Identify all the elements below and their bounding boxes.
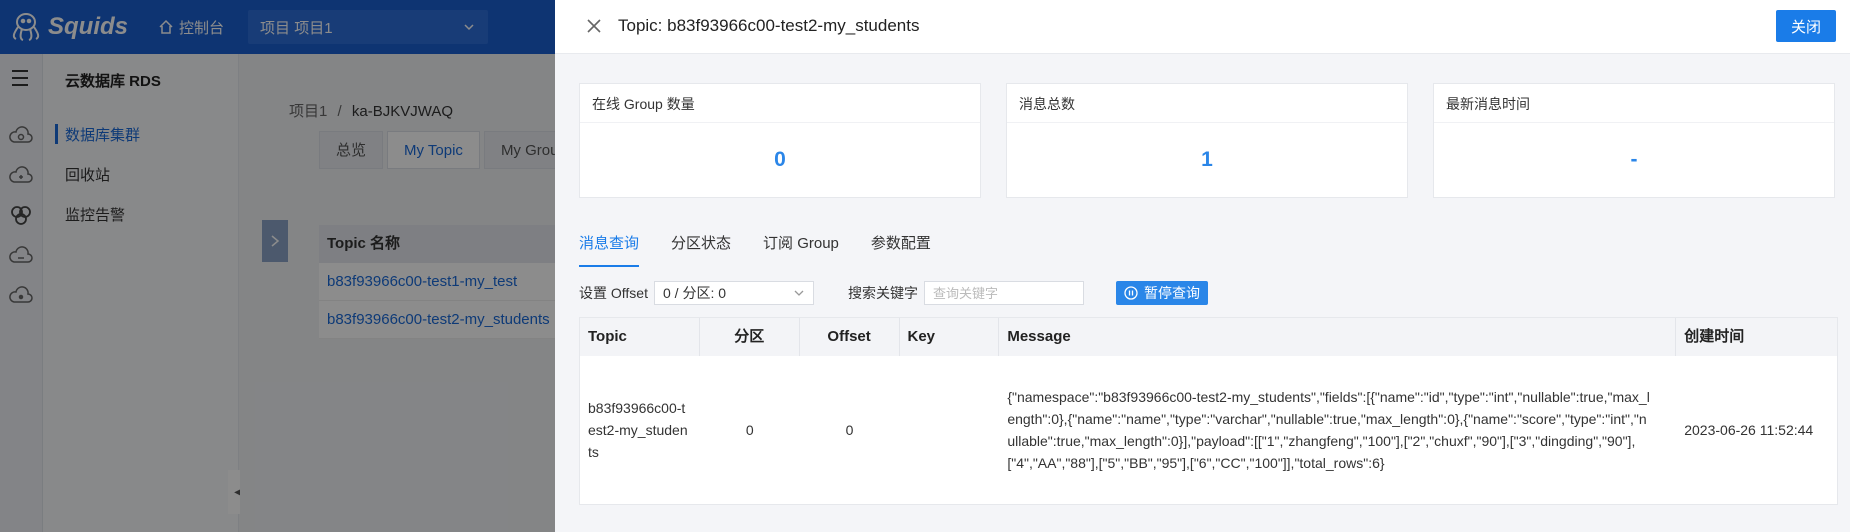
drawer-tabs: 消息查询 分区状态 订阅 Group 参数配置: [579, 232, 963, 267]
message-table: Topic 分区 Offset Key Message 创建时间 b83f939…: [579, 317, 1838, 505]
offset-select-value: 0 / 分区: 0: [662, 285, 727, 301]
filter-bar: 设置 Offset 0 / 分区: 0 搜索关键字 暂停查询: [579, 281, 1208, 305]
stat-label: 在线 Group 数量: [592, 96, 695, 112]
stat-card-total-messages: 消息总数 1: [1006, 83, 1408, 198]
pause-query-button[interactable]: 暂停查询: [1115, 281, 1208, 305]
tab-subscribed-groups[interactable]: 订阅 Group: [763, 232, 839, 267]
stat-card-latest-message-time: 最新消息时间 -: [1433, 83, 1835, 198]
divider: [1434, 122, 1834, 123]
close-icon[interactable]: [585, 17, 603, 35]
drawer-overlay[interactable]: [0, 0, 555, 532]
column-header-message: Message: [999, 318, 1677, 356]
stat-value: 0: [774, 148, 786, 171]
column-header-partition: 分区: [700, 318, 800, 356]
cell-message: {"namespace":"b83f93966c00-test2-my_stud…: [1007, 389, 1650, 471]
stat-value: 1: [1201, 148, 1213, 171]
cell-key: [899, 356, 999, 504]
column-header-topic: Topic: [580, 318, 700, 356]
divider: [580, 122, 980, 123]
pause-icon: [1124, 286, 1138, 300]
keyword-search-input[interactable]: [923, 281, 1084, 305]
drawer-header: Topic: b83f93966c00-test2-my_students 关闭: [555, 0, 1850, 54]
column-header-created-time: 创建时间: [1684, 328, 1745, 345]
drawer-title: Topic: b83f93966c00-test2-my_students: [618, 16, 920, 35]
stat-value: -: [1630, 148, 1638, 171]
cell-offset: 0: [845, 422, 854, 438]
stat-card-online-groups: 在线 Group 数量 0: [579, 83, 981, 198]
topic-drawer: Topic: b83f93966c00-test2-my_students 关闭…: [555, 0, 1850, 532]
offset-label: 设置 Offset: [579, 285, 648, 301]
tab-parameters[interactable]: 参数配置: [871, 232, 931, 267]
cell-created-time: 2023-06-26 11:52:44: [1684, 422, 1814, 438]
stat-label: 最新消息时间: [1446, 96, 1530, 112]
keyword-label: 搜索关键字: [847, 285, 918, 301]
table-header-row: Topic 分区 Offset Key Message 创建时间: [580, 318, 1837, 356]
close-button[interactable]: 关闭: [1776, 10, 1836, 42]
tab-message-query[interactable]: 消息查询: [579, 232, 640, 267]
divider: [1007, 122, 1407, 123]
column-header-key: Key: [900, 318, 1000, 356]
column-header-offset: Offset: [800, 318, 900, 356]
chevron-down-icon: [794, 290, 804, 296]
cell-partition: 0: [745, 422, 754, 438]
stat-label: 消息总数: [1019, 96, 1075, 112]
cell-topic: b83f93966c00-test2-my_students: [588, 400, 688, 460]
table-row: b83f93966c00-test2-my_students 0 0 {"nam…: [580, 356, 1837, 504]
tab-partition-status[interactable]: 分区状态: [671, 232, 731, 267]
offset-select[interactable]: 0 / 分区: 0: [653, 281, 814, 305]
pause-query-label: 暂停查询: [1143, 285, 1200, 301]
